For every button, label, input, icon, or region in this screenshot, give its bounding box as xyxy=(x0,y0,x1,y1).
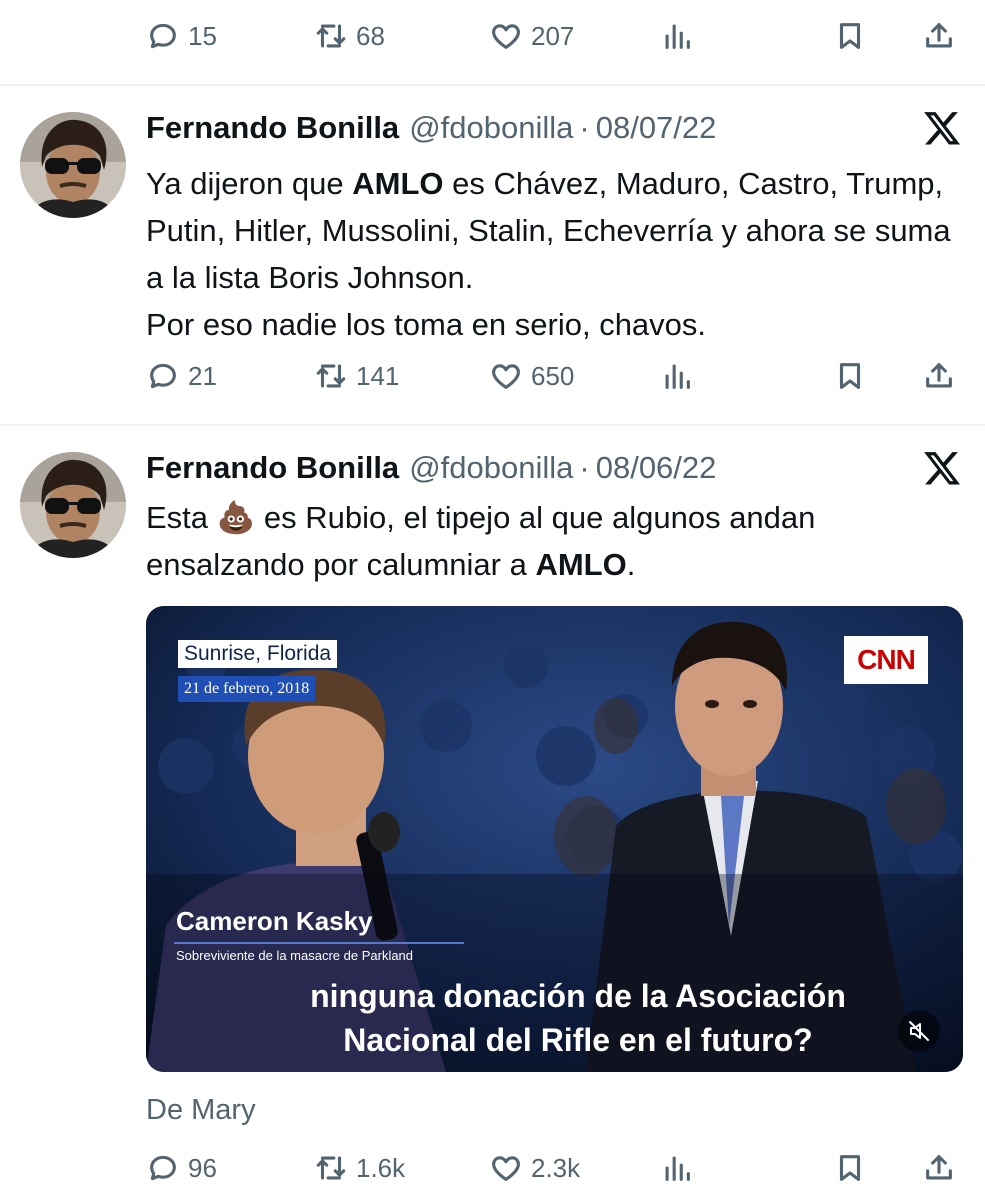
share-button[interactable] xyxy=(922,6,956,66)
tweet-text-part: Esta xyxy=(146,500,217,535)
heart-icon xyxy=(492,24,520,49)
x-logo-icon[interactable] xyxy=(922,448,962,488)
retweet-count: 1.6k xyxy=(356,1152,406,1183)
retweet-count: 141 xyxy=(356,360,400,391)
share-icon xyxy=(926,23,952,48)
author-name[interactable]: Fernando Bonilla xyxy=(146,450,399,486)
date-label: 21 de febrero, 2018 xyxy=(178,676,316,702)
views-button[interactable] xyxy=(660,346,694,406)
reply-count: 21 xyxy=(188,360,217,391)
reply-icon xyxy=(150,363,176,389)
author-handle[interactable]: @fdobonilla xyxy=(409,110,573,146)
reply-button[interactable]: 21 xyxy=(146,346,217,406)
retweet-icon xyxy=(316,24,346,48)
retweet-button[interactable]: 141 xyxy=(314,346,399,406)
subtitle-line-2: Nacional del Rifle en el futuro? xyxy=(343,1022,813,1058)
share-button[interactable] xyxy=(922,346,956,406)
bookmark-icon xyxy=(839,363,861,389)
bold-mention: AMLO xyxy=(352,166,444,201)
tweet-text-part: . xyxy=(626,547,636,582)
share-button[interactable] xyxy=(922,1138,956,1198)
separator-dot: · xyxy=(579,450,590,485)
like-count: 650 xyxy=(531,360,575,391)
separator-dot: · xyxy=(579,110,590,145)
bold-mention: AMLO xyxy=(535,547,627,582)
retweet-button[interactable]: 1.6k xyxy=(314,1138,405,1198)
views-button[interactable] xyxy=(660,1138,694,1198)
views-button[interactable] xyxy=(660,6,694,66)
tweet-header: Fernando Bonilla @fdobonilla · 08/06/22 xyxy=(146,450,716,490)
bookmark-icon xyxy=(839,1155,861,1181)
like-button[interactable]: 650 xyxy=(489,346,574,406)
tweet-video[interactable]: Sunrise, Florida 21 de febrero, 2018 CNN… xyxy=(146,606,963,1072)
heart-icon xyxy=(492,1156,520,1181)
views-icon xyxy=(665,24,690,49)
network-logo: CNN xyxy=(844,636,928,684)
share-icon xyxy=(926,363,952,388)
muted-speaker-icon xyxy=(909,1021,929,1041)
reply-button[interactable]: 96 xyxy=(146,1138,217,1198)
retweet-icon xyxy=(316,1156,346,1180)
poop-emoji: 💩 xyxy=(216,500,256,535)
retweet-count: 68 xyxy=(356,20,385,51)
tweet-date[interactable]: 08/07/22 xyxy=(596,110,717,146)
x-logo-icon[interactable] xyxy=(922,108,962,148)
reply-count: 15 xyxy=(188,20,217,51)
network-logo-text: CNN xyxy=(857,644,916,675)
retweet-icon xyxy=(316,364,346,388)
reply-count: 96 xyxy=(188,1152,217,1183)
reply-button[interactable]: 15 xyxy=(146,6,217,66)
location-label: Sunrise, Florida xyxy=(178,640,338,668)
avatar-image xyxy=(20,112,126,218)
avatar[interactable] xyxy=(20,452,126,558)
tweet-text: Esta 💩 es Rubio, el tipejo al que alguno… xyxy=(146,494,976,588)
like-button[interactable]: 2.3k xyxy=(489,1138,580,1198)
tweet-text-part: Ya dijeron que xyxy=(146,166,353,201)
reply-icon xyxy=(150,23,176,49)
subtitle-line-1: ninguna donación de la Asociación xyxy=(310,978,846,1014)
bookmark-icon xyxy=(839,23,861,49)
author-handle[interactable]: @fdobonilla xyxy=(409,450,573,486)
speaker-divider xyxy=(174,942,464,944)
tweet-action-bar: 21 141 650 xyxy=(0,346,985,406)
mute-button[interactable] xyxy=(898,1010,940,1052)
from-label[interactable]: De Mary xyxy=(146,1094,256,1127)
tweet[interactable]: Fernando Bonilla @fdobonilla · 08/07/22 … xyxy=(0,86,985,424)
bookmark-button[interactable] xyxy=(833,1138,867,1198)
tweet-action-bar: 96 1.6k 2.3k xyxy=(0,1138,985,1198)
speaker-name: Cameron Kasky xyxy=(176,906,373,936)
heart-icon xyxy=(492,364,520,389)
like-count: 2.3k xyxy=(531,1152,581,1183)
bookmark-button[interactable] xyxy=(833,346,867,406)
tweet[interactable]: Fernando Bonilla @fdobonilla · 08/06/22 … xyxy=(0,426,985,1200)
speaker-title: Sobreviviente de la masacre de Parkland xyxy=(176,948,414,963)
views-icon xyxy=(665,1156,690,1181)
bookmark-button[interactable] xyxy=(833,6,867,66)
reply-icon xyxy=(150,1155,176,1181)
author-name[interactable]: Fernando Bonilla xyxy=(146,110,399,146)
tweet-date[interactable]: 08/06/22 xyxy=(596,450,717,486)
tweet-text: Ya dijeron que AMLO es Chávez, Maduro, C… xyxy=(146,160,976,348)
avatar[interactable] xyxy=(20,112,126,218)
tweet-header: Fernando Bonilla @fdobonilla · 08/07/22 xyxy=(146,110,716,150)
retweet-button[interactable]: 68 xyxy=(314,6,385,66)
share-icon xyxy=(926,1155,952,1180)
like-count: 207 xyxy=(531,20,575,51)
top-action-bar: 15 68 207 xyxy=(0,6,985,66)
like-button[interactable]: 207 xyxy=(489,6,574,66)
views-icon xyxy=(665,364,690,389)
avatar-image xyxy=(20,452,126,558)
